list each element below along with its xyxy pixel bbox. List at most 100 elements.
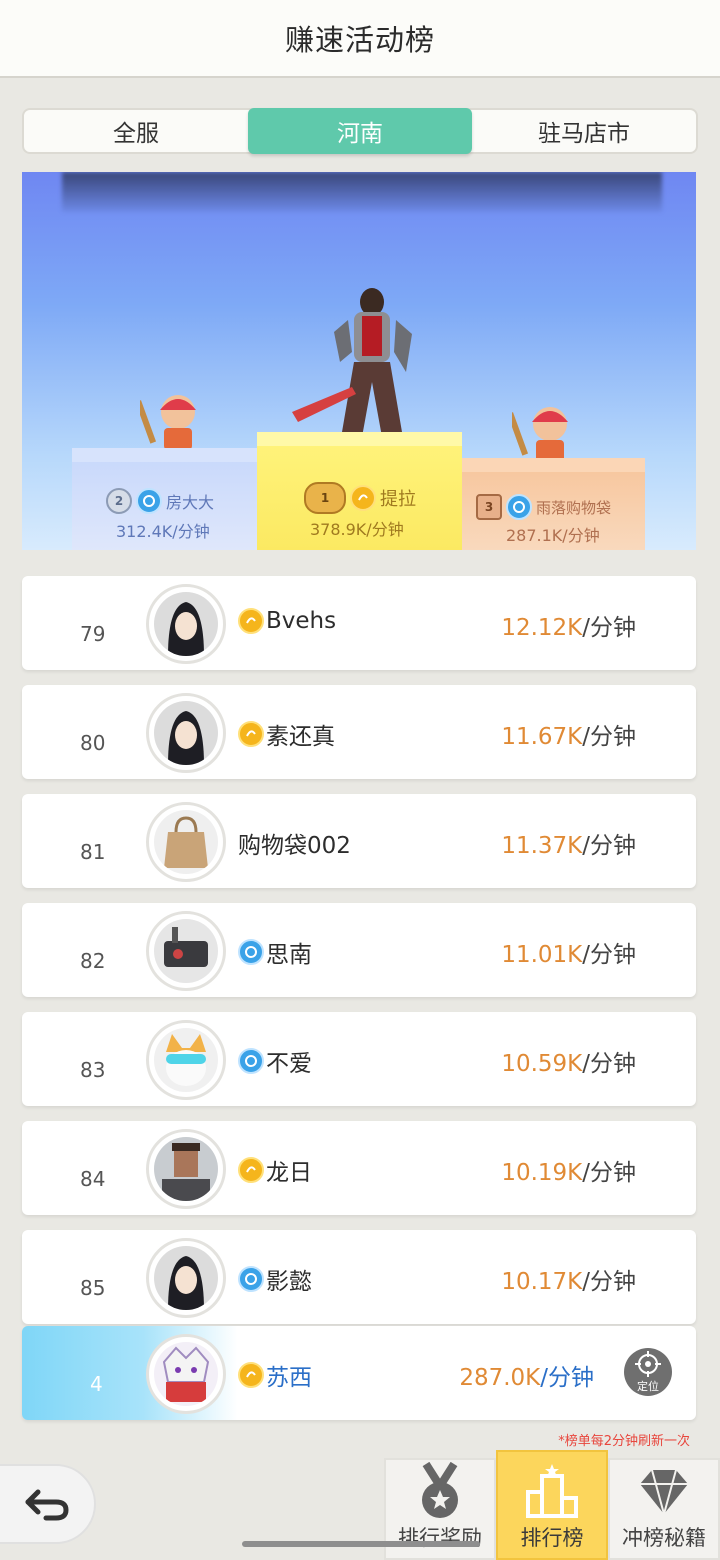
row-rank: 85 xyxy=(80,1276,106,1300)
row-name: 不爱 xyxy=(238,1044,312,1078)
locate-label: 定位 xyxy=(637,1380,659,1393)
row-name-text: 影懿 xyxy=(266,1269,312,1295)
warrior-avatar xyxy=(146,1238,226,1318)
row-score-value: 12.12K xyxy=(501,615,583,641)
second-place-name: 房大大 xyxy=(166,493,215,512)
man-avatar xyxy=(146,1129,226,1209)
blue-badge-icon xyxy=(238,1266,264,1292)
second-place-score: 312.4K/分钟 xyxy=(116,522,210,541)
row-score: 11.37K/分钟 xyxy=(501,826,636,860)
tab-leaderboard[interactable]: 排行榜 xyxy=(496,1450,608,1560)
ranking-row[interactable]: 83 不爱 10.59K/分钟 xyxy=(22,1012,696,1106)
first-place-score: 378.9K/分钟 xyxy=(310,520,404,539)
row-score-unit: /分钟 xyxy=(582,1051,636,1077)
ranking-row[interactable]: 80 素还真 11.67K/分钟 xyxy=(22,685,696,779)
ranking-row[interactable]: 84 龙日 10.19K/分钟 xyxy=(22,1121,696,1215)
page-header: 赚速活动榜 xyxy=(0,0,720,78)
row-name-text: 素还真 xyxy=(266,724,335,750)
bag-avatar xyxy=(146,802,226,882)
row-name: 龙日 xyxy=(238,1153,312,1187)
my-score: 287.0K/分钟 xyxy=(459,1358,594,1392)
row-score: 11.67K/分钟 xyxy=(501,717,636,751)
home-indicator[interactable] xyxy=(242,1541,480,1547)
tab-label: 冲榜秘籍 xyxy=(622,1526,706,1550)
row-name-text: 龙日 xyxy=(266,1160,312,1186)
row-score-unit: /分钟 xyxy=(582,1160,636,1186)
rank-medal-icon: 3 xyxy=(476,494,502,520)
ranking-row[interactable]: 82 思南 11.01K/分钟 xyxy=(22,903,696,997)
row-name-text: 思南 xyxy=(266,942,312,968)
page-title: 赚速活动榜 xyxy=(284,23,435,57)
my-score-unit: /分钟 xyxy=(540,1365,594,1391)
row-name-text: 不爱 xyxy=(266,1051,312,1077)
second-place-info: 2 房大大 xyxy=(106,488,214,514)
top-three-podium: 2 房大大 312.4K/分钟 1 提拉 378.9K/分钟 3 雨落购物袋 2… xyxy=(22,172,696,550)
row-score: 12.12K/分钟 xyxy=(501,608,636,642)
podium-shade xyxy=(62,172,662,212)
my-name: 苏西 xyxy=(238,1358,312,1392)
rank-medal-icon: 2 xyxy=(106,488,132,514)
podium-icon xyxy=(526,1464,578,1518)
row-name-text: 购物袋002 xyxy=(238,833,351,859)
row-score-unit: /分钟 xyxy=(582,942,636,968)
tab-label: 排行榜 xyxy=(520,1526,584,1550)
row-rank: 83 xyxy=(80,1058,106,1082)
blue-badge-icon xyxy=(238,1048,264,1074)
third-place-score: 287.1K/分钟 xyxy=(506,526,600,545)
refresh-note: *榜单每2分钟刷新一次 xyxy=(558,1434,690,1449)
back-arrow-icon xyxy=(25,1489,69,1521)
ranking-row[interactable]: 79 Bvehs 12.12K/分钟 xyxy=(22,576,696,670)
row-rank: 79 xyxy=(80,622,106,646)
warrior-avatar xyxy=(146,693,226,773)
third-place-info: 3 雨落购物袋 xyxy=(476,494,611,520)
row-score-value: 10.19K xyxy=(501,1160,583,1186)
tab-zhumadian[interactable]: 驻马店市 xyxy=(472,110,696,152)
row-rank: 84 xyxy=(80,1167,106,1191)
row-score-value: 10.17K xyxy=(501,1269,583,1295)
row-name-text: Bvehs xyxy=(266,608,337,634)
diamond-icon xyxy=(640,1469,688,1518)
row-score: 10.59K/分钟 xyxy=(501,1044,636,1078)
row-name: 素还真 xyxy=(238,717,335,751)
gold-badge-icon xyxy=(238,721,264,747)
gold-badge-icon xyxy=(350,485,376,511)
row-name: 购物袋002 xyxy=(238,826,351,860)
gold-badge-icon xyxy=(238,608,264,634)
warrior-avatar xyxy=(146,584,226,664)
third-place-name: 雨落购物袋 xyxy=(536,498,612,517)
ranking-row[interactable]: 85 影懿 10.17K/分钟 xyxy=(22,1230,696,1324)
blue-badge-icon xyxy=(136,488,162,514)
row-rank: 81 xyxy=(80,840,106,864)
row-score-value: 11.37K xyxy=(501,833,583,859)
my-avatar xyxy=(146,1334,226,1414)
tab-ranking-tips[interactable]: 冲榜秘籍 xyxy=(608,1458,720,1560)
locate-button[interactable]: 定位 xyxy=(624,1348,672,1396)
row-score-value: 10.59K xyxy=(501,1051,583,1077)
cat-avatar xyxy=(146,1020,226,1100)
blue-badge-icon xyxy=(238,939,264,965)
row-score: 11.01K/分钟 xyxy=(501,935,636,969)
row-rank: 80 xyxy=(80,731,106,755)
row-score-value: 11.01K xyxy=(501,942,583,968)
row-name: Bvehs xyxy=(238,608,336,634)
row-score-unit: /分钟 xyxy=(582,833,636,859)
my-ranking-row[interactable]: 4 苏西 287.0K/分钟 定位 xyxy=(22,1326,696,1420)
row-score-unit: /分钟 xyxy=(582,1269,636,1295)
row-score: 10.19K/分钟 xyxy=(501,1153,636,1187)
row-score: 10.17K/分钟 xyxy=(501,1262,636,1296)
rank-medal-icon: 1 xyxy=(304,482,346,514)
ranking-row[interactable]: 81 购物袋002 11.37K/分钟 xyxy=(22,794,696,888)
row-rank: 82 xyxy=(80,949,106,973)
my-name-text: 苏西 xyxy=(266,1365,312,1391)
blue-badge-icon xyxy=(506,494,532,520)
row-score-value: 11.67K xyxy=(501,724,583,750)
first-place-info: 1 提拉 xyxy=(304,482,416,514)
target-icon xyxy=(635,1351,661,1377)
tab-all-server[interactable]: 全服 xyxy=(24,110,248,152)
first-place-name: 提拉 xyxy=(380,489,416,510)
row-name: 影懿 xyxy=(238,1262,312,1296)
tab-henan[interactable]: 河南 xyxy=(248,108,472,154)
row-score-unit: /分钟 xyxy=(582,615,636,641)
back-button[interactable] xyxy=(0,1464,96,1544)
gold-badge-icon xyxy=(238,1157,264,1183)
